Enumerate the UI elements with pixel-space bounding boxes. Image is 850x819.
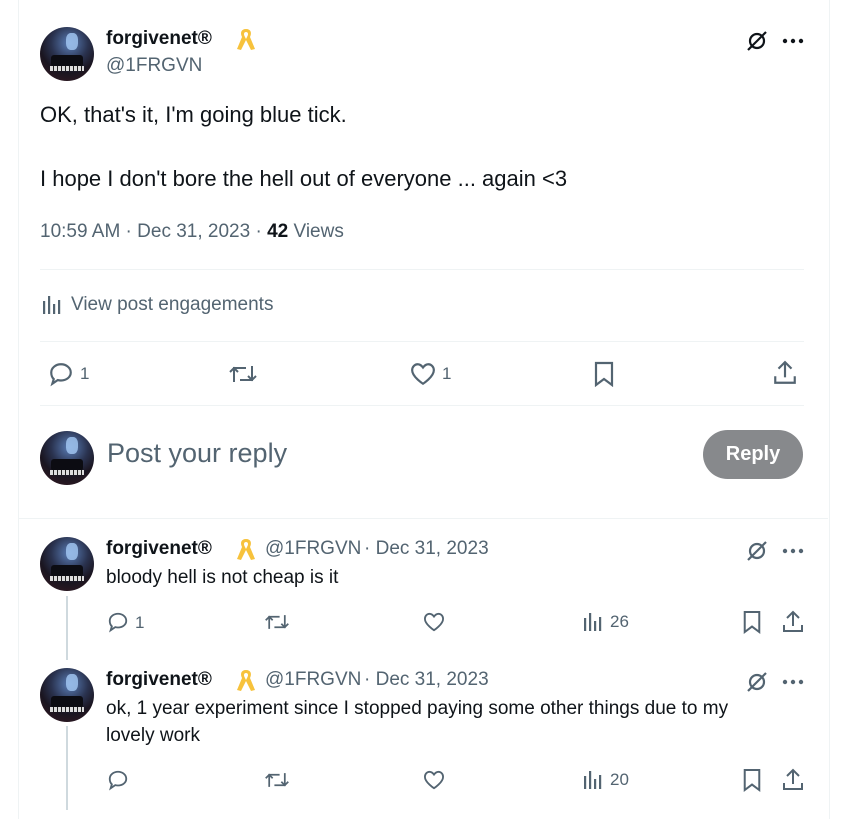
reply-icon[interactable] xyxy=(47,360,75,388)
reply-count: 1 xyxy=(135,613,145,632)
like-count: 1 xyxy=(442,364,452,383)
views-count: 26 xyxy=(610,612,629,631)
share-icon[interactable] xyxy=(771,359,799,387)
handle[interactable]: @1FRGVN xyxy=(265,538,361,560)
handle[interactable]: @1FRGVN xyxy=(106,55,202,77)
retweet-icon[interactable] xyxy=(263,768,291,792)
analytics-icon[interactable] xyxy=(582,611,604,633)
unmute-icon[interactable] xyxy=(744,669,770,695)
retweet-icon[interactable] xyxy=(263,610,291,634)
reply-icon[interactable] xyxy=(106,768,130,792)
display-name[interactable]: forgivenet® xyxy=(106,669,212,691)
unmute-icon[interactable] xyxy=(744,538,770,564)
like-icon[interactable] xyxy=(409,360,437,388)
avatar[interactable] xyxy=(40,431,94,485)
awareness-ribbon-icon xyxy=(237,539,255,560)
reply-text-line-1: ok, 1 year experiment since I stopped pa… xyxy=(106,698,729,719)
unmute-icon[interactable] xyxy=(744,28,770,54)
divider xyxy=(40,341,804,342)
reply-icon[interactable] xyxy=(106,610,130,634)
reply-button[interactable]: Reply xyxy=(703,430,803,479)
post-date[interactable]: · Dec 31, 2023 xyxy=(364,538,489,560)
avatar[interactable] xyxy=(40,27,94,81)
more-icon[interactable] xyxy=(780,538,806,564)
divider xyxy=(40,405,804,406)
retweet-icon[interactable] xyxy=(228,360,258,388)
share-icon[interactable] xyxy=(780,609,806,635)
post-time[interactable]: 10:59 AM · Dec 31, 2023 · xyxy=(40,221,267,242)
post-text-line-2: I hope I don't bore the hell out of ever… xyxy=(40,166,568,191)
more-icon[interactable] xyxy=(780,28,806,54)
like-icon[interactable] xyxy=(422,768,446,792)
divider xyxy=(40,269,804,270)
like-icon[interactable] xyxy=(422,610,446,634)
reply-text-line-2: lovely work xyxy=(106,725,200,746)
display-name[interactable]: forgivenet® xyxy=(106,28,212,50)
bookmark-icon[interactable] xyxy=(740,767,764,793)
reply-count: 1 xyxy=(80,364,90,383)
views-label: Views xyxy=(288,221,344,242)
awareness-ribbon-icon xyxy=(237,670,255,691)
avatar[interactable] xyxy=(40,668,94,722)
avatar[interactable] xyxy=(40,537,94,591)
reply-text: bloody hell is not cheap is it xyxy=(106,567,339,588)
thread-line xyxy=(66,596,68,660)
reply-input[interactable]: Post your reply xyxy=(107,438,287,469)
post-meta: 10:59 AM · Dec 31, 2023 · 42 Views xyxy=(40,221,344,243)
display-name[interactable]: forgivenet® xyxy=(106,538,212,560)
views-count: 20 xyxy=(610,770,629,789)
bookmark-icon[interactable] xyxy=(740,609,764,635)
more-icon[interactable] xyxy=(780,669,806,695)
divider xyxy=(19,518,828,519)
bookmark-icon[interactable] xyxy=(590,360,618,388)
post-date[interactable]: · Dec 31, 2023 xyxy=(364,669,489,691)
handle[interactable]: @1FRGVN xyxy=(265,669,361,691)
awareness-ribbon-icon xyxy=(237,29,255,50)
post-text-line-1: OK, that's it, I'm going blue tick. xyxy=(40,102,347,127)
analytics-icon[interactable] xyxy=(40,293,64,317)
analytics-icon[interactable] xyxy=(582,769,604,791)
share-icon[interactable] xyxy=(780,767,806,793)
thread-line xyxy=(66,726,68,810)
views-count: 42 xyxy=(267,221,289,242)
view-engagements-link[interactable]: View post engagements xyxy=(71,294,273,316)
